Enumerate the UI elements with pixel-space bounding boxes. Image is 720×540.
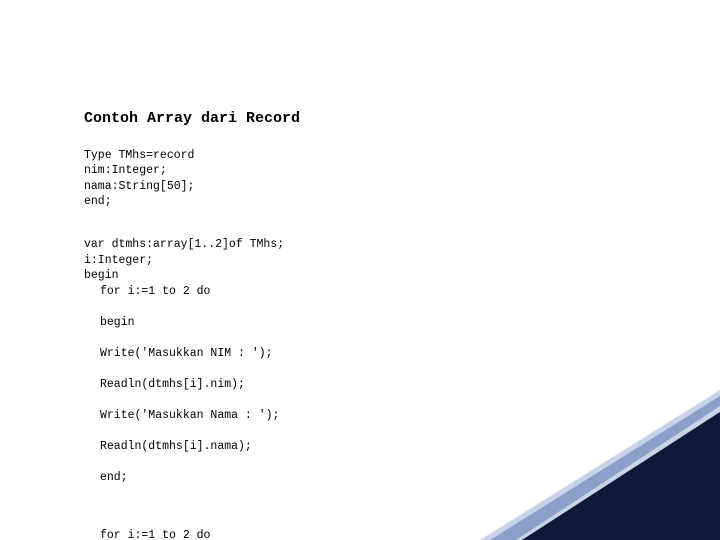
code-block: Type TMhs=record nim:Integer; nama:Strin… xyxy=(84,132,328,540)
code-line: i:Integer; xyxy=(84,254,153,267)
code-line: nama:String[50]; xyxy=(84,180,194,193)
code-line: var dtmhs:array[1..2]of TMhs; xyxy=(84,238,284,251)
slide: Contoh Array dari Record Type TMhs=recor… xyxy=(0,0,720,540)
code-line: Readln(dtmhs[i].nama); xyxy=(84,439,328,455)
code-line: nim:Integer; xyxy=(84,164,167,177)
code-line: end; xyxy=(84,470,328,486)
code-line: for i:=1 to 2 do xyxy=(84,284,328,300)
code-line: Type TMhs=record xyxy=(84,149,194,162)
code-line: begin xyxy=(84,269,119,282)
code-line: for i:=1 to 2 do xyxy=(84,528,328,540)
code-line: end; xyxy=(84,195,112,208)
corner-decoration xyxy=(480,390,720,540)
code-line: begin xyxy=(84,315,328,331)
code-line: Write('Masukkan Nama : '); xyxy=(84,408,328,424)
code-line: Readln(dtmhs[i].nim); xyxy=(84,377,328,393)
code-line: Write('Masukkan NIM : '); xyxy=(84,346,328,362)
slide-title: Contoh Array dari Record xyxy=(84,110,300,127)
